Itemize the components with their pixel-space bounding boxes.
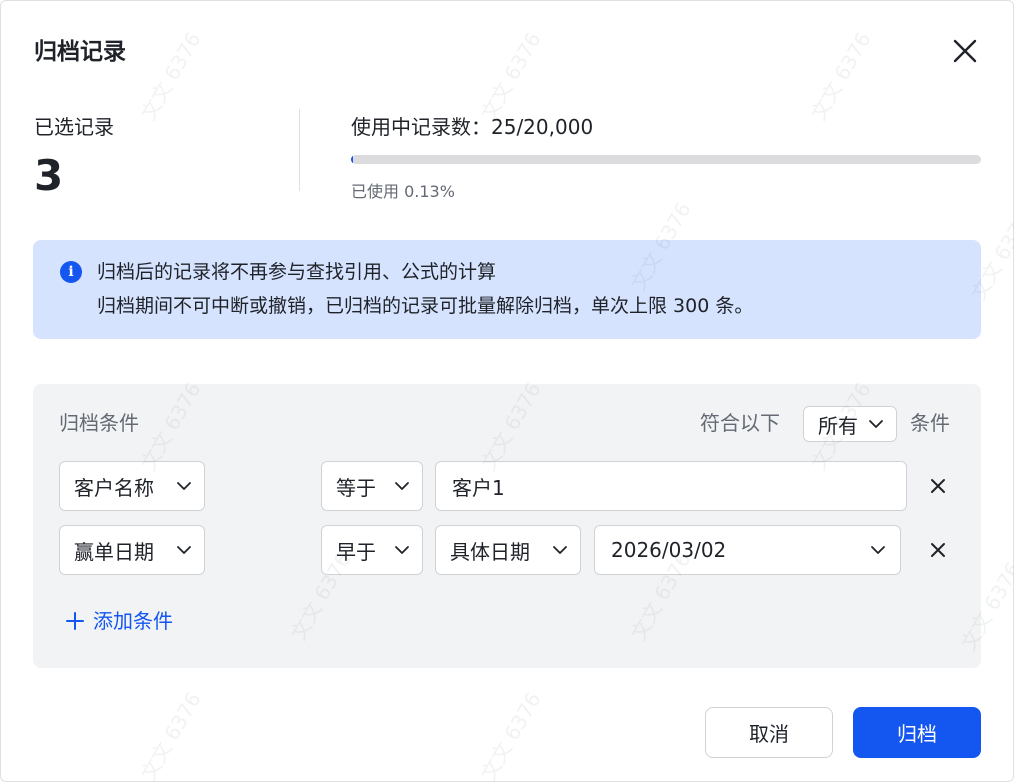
dialog-title: 归档记录: [34, 39, 126, 65]
condition-1-field-select[interactable]: 客户名称: [59, 461, 205, 511]
usage-label: 使用中记录数：25/20,000: [351, 115, 594, 139]
watermark: 文文 6376: [476, 28, 546, 125]
watermark: 文文 6376: [136, 688, 206, 782]
condition-1-field-value: 客户名称: [74, 475, 154, 500]
condition-1-operator-select[interactable]: 等于: [321, 461, 423, 511]
selected-records-count: 3: [34, 151, 64, 200]
condition-2-field-select[interactable]: 赢单日期: [59, 525, 205, 575]
divider: [299, 109, 300, 191]
usage-percent-text: 已使用 0.13%: [351, 182, 455, 201]
conditions-title: 归档条件: [59, 411, 139, 435]
condition-1-operator-value: 等于: [336, 475, 376, 500]
condition-2-date-value: 2026/03/02: [611, 538, 727, 562]
watermark: 文文 6376: [806, 28, 876, 125]
archive-dialog: 归档记录 已选记录 3 使用中记录数：25/20,000 已使用 0.13% i…: [0, 0, 1014, 782]
usage-progress-fill: [351, 155, 354, 164]
selected-records-label: 已选记录: [34, 115, 114, 139]
match-mode-value: 所有: [818, 413, 858, 438]
usage-progress-bar: [351, 155, 981, 164]
chevron-down-icon: [395, 546, 409, 554]
condition-1-value-text: 客户1: [452, 475, 505, 500]
close-icon[interactable]: [949, 35, 981, 67]
chevron-down-icon: [871, 546, 885, 554]
chevron-down-icon: [869, 420, 883, 428]
condition-2-field-value: 赢单日期: [74, 539, 154, 564]
chevron-down-icon: [553, 546, 567, 554]
chevron-down-icon: [177, 482, 191, 490]
info-notice: i 归档后的记录将不再参与查找引用、公式的计算 归档期间不可中断或撤销，已归档的…: [33, 240, 981, 339]
condition-2-delete-icon[interactable]: [927, 539, 949, 561]
chevron-down-icon: [177, 546, 191, 554]
cancel-button[interactable]: 取消: [705, 707, 833, 758]
match-suffix-label: 条件: [910, 411, 950, 435]
notice-line-1: 归档后的记录将不再参与查找引用、公式的计算: [97, 261, 497, 283]
match-prefix-label: 符合以下: [700, 411, 780, 435]
plus-icon: [66, 612, 84, 630]
condition-2-date-mode-value: 具体日期: [450, 539, 530, 564]
condition-1-value-input[interactable]: 客户1: [435, 461, 907, 511]
add-condition-button[interactable]: 添加条件: [65, 606, 173, 636]
archive-button[interactable]: 归档: [853, 707, 981, 758]
condition-2-operator-select[interactable]: 早于: [321, 525, 423, 575]
conditions-panel: 归档条件 符合以下 所有 条件 客户名称 等于 客户1 赢单日期 早于 具体日期…: [33, 384, 981, 668]
match-mode-select[interactable]: 所有: [803, 406, 897, 442]
notice-line-2: 归档期间不可中断或撤销，已归档的记录可批量解除归档，单次上限 300 条。: [97, 295, 754, 317]
condition-2-operator-value: 早于: [336, 539, 376, 564]
condition-2-date-picker[interactable]: 2026/03/02: [594, 525, 901, 575]
chevron-down-icon: [395, 482, 409, 490]
watermark: 文文 6376: [136, 28, 206, 125]
condition-1-delete-icon[interactable]: [927, 475, 949, 497]
add-condition-label: 添加条件: [93, 609, 173, 633]
condition-2-date-mode-select[interactable]: 具体日期: [435, 525, 581, 575]
watermark: 文文 6376: [476, 688, 546, 782]
info-icon: i: [60, 261, 82, 283]
